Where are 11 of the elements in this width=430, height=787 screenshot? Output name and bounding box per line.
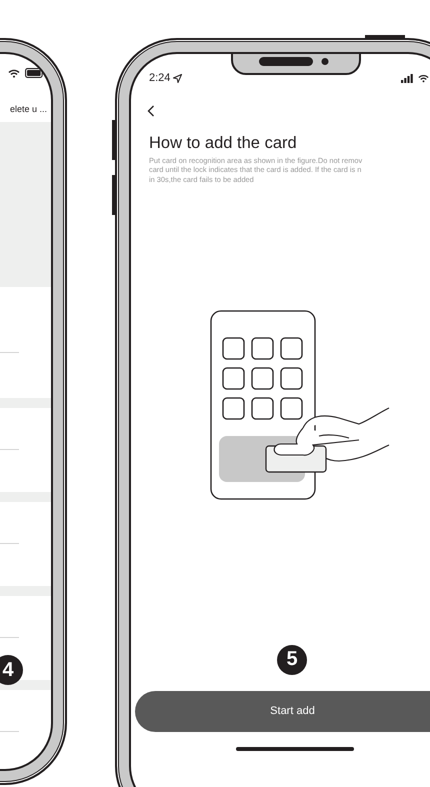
status-time: 2:24	[149, 72, 170, 84]
battery-icon	[25, 68, 45, 78]
step-number-badge: 4	[0, 655, 23, 685]
location-arrow-icon	[173, 74, 182, 82]
page-title: elete u ...	[10, 104, 47, 114]
back-icon[interactable]	[147, 104, 157, 118]
start-add-button[interactable]: Start add	[135, 690, 430, 732]
signal-icon	[401, 74, 413, 82]
page-title: How to add the card	[149, 134, 298, 153]
step-number-badge: 5	[277, 644, 307, 675]
wifi-icon	[8, 68, 20, 78]
